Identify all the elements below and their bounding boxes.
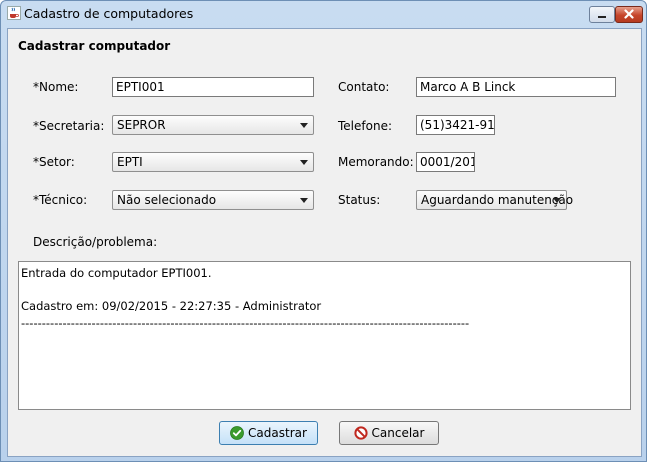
setor-select[interactable]: EPTI [112,152,314,172]
memorando-field[interactable]: 0001/2015 [416,152,475,172]
java-cup-icon [7,6,21,20]
setor-label: *Setor: [33,155,75,169]
close-icon [624,8,634,22]
setor-value: EPTI [117,155,143,169]
nome-label: *Nome: [33,80,79,94]
cancelar-label: Cancelar [371,426,425,440]
chevron-down-icon [300,160,308,165]
secretaria-select[interactable]: SEPROR [112,115,314,135]
secretaria-label: *Secretaria: [33,119,105,133]
chevron-down-icon [300,198,308,203]
status-select[interactable]: Aguardando manutenção [416,190,573,210]
minimize-icon [597,8,607,22]
secretaria-value: SEPROR [117,118,166,132]
tecnico-select[interactable]: Não selecionado [112,190,314,210]
status-label: Status: [338,193,381,207]
chevron-down-icon [300,123,308,128]
dialog-content: Cadastrar computador *Nome: EPTI001 *Sec… [7,28,642,457]
cadastrar-label: Cadastrar [248,426,307,440]
contato-field[interactable]: Marco A B Linck [416,77,616,97]
tecnico-label: *Técnico: [33,193,88,207]
minimize-button[interactable] [589,6,615,23]
cancel-icon [353,426,368,440]
dialog-window: Cadastro de computadores Cadastrar compu… [0,0,647,462]
check-icon [230,426,244,440]
title-bar[interactable]: Cadastro de computadores [1,1,646,27]
descricao-label: Descrição/problema: [33,235,158,249]
cancelar-button[interactable]: Cancelar [339,421,439,445]
nome-field[interactable]: EPTI001 [112,77,314,97]
status-value: Aguardando manutenção [421,193,574,207]
descricao-textarea[interactable]: Entrada do computador EPTI001. Cadastro … [18,261,631,410]
memorando-label: Memorando: [338,155,414,169]
telefone-label: Telefone: [338,119,392,133]
close-button[interactable] [615,6,643,23]
cadastrar-button[interactable]: Cadastrar [219,421,318,445]
window-title: Cadastro de computadores [24,6,194,21]
telefone-field[interactable]: (51)3421-9159 [416,115,495,135]
contato-label: Contato: [338,80,390,94]
form-heading: Cadastrar computador [18,39,171,53]
chevron-down-icon [553,198,561,203]
tecnico-value: Não selecionado [117,193,217,207]
